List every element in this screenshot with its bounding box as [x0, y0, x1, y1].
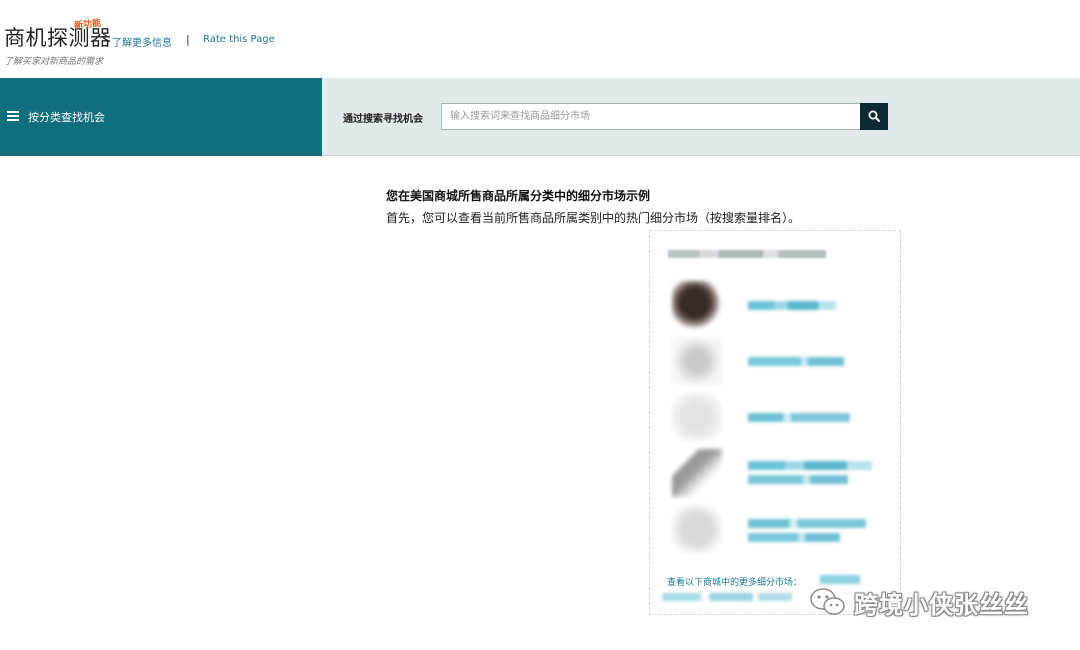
search-button[interactable]: [860, 103, 888, 130]
page-header: 商机探测器 新功能 了解更多信息 | Rate this Page 了解买家对新…: [0, 0, 1080, 78]
product-thumbnail: [672, 393, 722, 441]
niche-example-card: 查看以下商城中的更多细分市场：: [649, 230, 901, 615]
list-item[interactable]: [672, 337, 892, 385]
niche-link-blurred[interactable]: [748, 301, 836, 310]
list-item[interactable]: [672, 393, 892, 441]
list-item[interactable]: [672, 281, 892, 329]
search-input[interactable]: [441, 103, 861, 130]
search-icon: [868, 110, 880, 122]
niche-link-blurred[interactable]: [748, 357, 844, 366]
list-item[interactable]: [672, 449, 892, 497]
marketplace-link-blurred[interactable]: [820, 575, 860, 584]
product-thumbnail: [672, 449, 722, 497]
more-niches-text: 查看以下商城中的更多细分市场：: [667, 578, 803, 588]
product-thumbnail: [672, 281, 722, 329]
watermark: 跨境小侠张丝丝: [808, 585, 1029, 619]
watermark-text: 跨境小侠张丝丝: [854, 590, 1029, 619]
browse-by-category-label: 按分类查找机会: [28, 111, 105, 124]
niche-link-blurred[interactable]: [748, 413, 850, 422]
marketplace-link-blurred[interactable]: [662, 593, 792, 601]
search-label: 通过搜索寻找机会: [343, 114, 423, 125]
niche-link-blurred[interactable]: [748, 461, 872, 470]
app-subtitle: 了解买家对新商品的需求: [4, 57, 104, 67]
product-thumbnail: [672, 505, 722, 553]
browse-by-category-button[interactable]: 按分类查找机会: [0, 78, 322, 156]
product-thumbnail: [672, 337, 722, 385]
section-description: 首先，您可以查看当前所售商品所属类别中的热门细分市场（按搜索量排名）。: [386, 211, 801, 225]
niche-link-blurred[interactable]: [748, 519, 866, 528]
wechat-icon: [808, 586, 848, 618]
niche-link-blurred[interactable]: [748, 475, 848, 484]
learn-more-link[interactable]: 了解更多信息: [112, 34, 172, 49]
section-title: 您在美国商城所售商品所属分类中的细分市场示例: [386, 189, 651, 203]
hamburger-menu-icon: [7, 111, 19, 121]
header-separator: |: [186, 33, 190, 46]
card-heading-blurred: [668, 250, 826, 258]
niche-link-blurred[interactable]: [748, 533, 840, 542]
navigation-bar: 按分类查找机会 通过搜索寻找机会: [0, 78, 1080, 156]
list-item[interactable]: [672, 505, 892, 553]
rate-page-link[interactable]: Rate this Page: [203, 34, 275, 45]
